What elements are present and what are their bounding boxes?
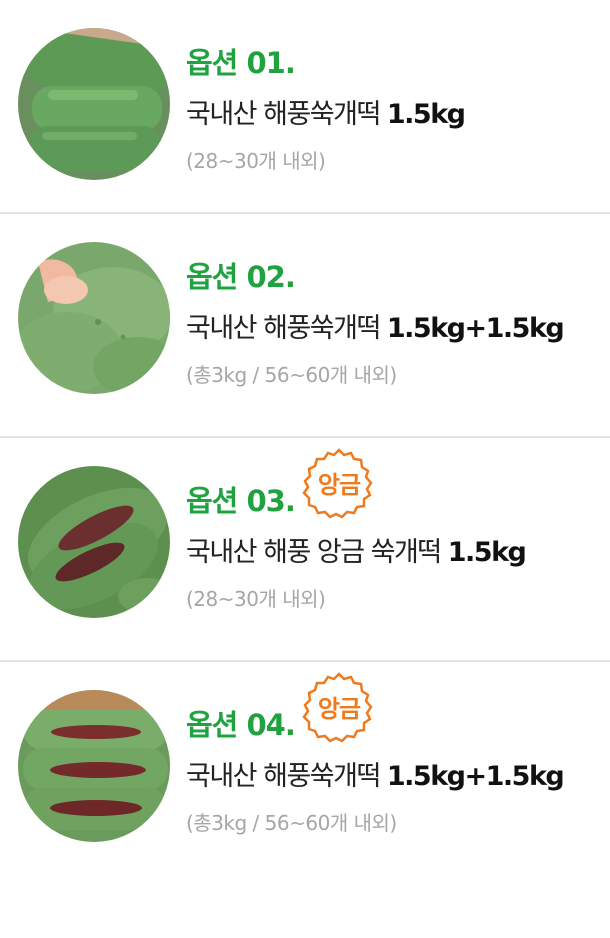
option-item-4[interactable]: 옵션 04. 앙금 국내산 해풍쑥개떡 1.5kg+1.5kg (총3kg / … [0,662,610,886]
product-weight: 1.5kg+1.5kg [386,761,565,792]
option-list: 옵션 01. 국내산 해풍쑥개떡 1.5kg (28~30개 내외) 옵션 02… [0,0,610,938]
option-item-3[interactable]: 옵션 03. 앙금 국내산 해풍 앙금 쑥개떡 1.5kg (28~30개 내외… [0,438,610,662]
option-description: 국내산 해풍쑥개떡 1.5kg [186,92,466,131]
option-quantity-note: (28~30개 내외) [186,587,326,611]
badge-label: 앙금 [317,695,361,723]
product-thumbnail [18,242,170,394]
product-name: 국내산 해풍 앙금 쑥개떡 [186,537,448,568]
product-thumbnail [18,690,170,842]
product-name: 국내산 해풍쑥개떡 [186,99,387,130]
badge-label: 앙금 [317,471,361,499]
sweet-filling-badge: 앙금 [300,670,378,748]
option-title: 옵션 03. [186,484,296,518]
option-title: 옵션 04. [186,708,296,742]
product-weight: 1.5kg [447,537,527,568]
option-description: 국내산 해풍 앙금 쑥개떡 1.5kg [186,530,527,569]
option-title: 옵션 02. [186,260,296,294]
product-name: 국내산 해풍쑥개떡 [186,313,387,344]
option-description: 국내산 해풍쑥개떡 1.5kg+1.5kg [186,754,565,793]
option-item-1[interactable]: 옵션 01. 국내산 해풍쑥개떡 1.5kg (28~30개 내외) [0,0,610,224]
option-quantity-note: (총3kg / 56~60개 내외) [186,363,397,387]
product-thumbnail [18,28,170,180]
product-weight: 1.5kg [386,99,466,130]
product-name: 국내산 해풍쑥개떡 [186,761,387,792]
product-weight: 1.5kg+1.5kg [386,313,565,344]
option-title: 옵션 01. [186,46,296,80]
option-quantity-note: (28~30개 내외) [186,149,326,173]
option-quantity-note: (총3kg / 56~60개 내외) [186,811,397,835]
product-thumbnail [18,466,170,618]
option-item-2[interactable]: 옵션 02. 국내산 해풍쑥개떡 1.5kg+1.5kg (총3kg / 56~… [0,214,610,438]
option-description: 국내산 해풍쑥개떡 1.5kg+1.5kg [186,306,565,345]
sweet-filling-badge: 앙금 [300,446,378,524]
